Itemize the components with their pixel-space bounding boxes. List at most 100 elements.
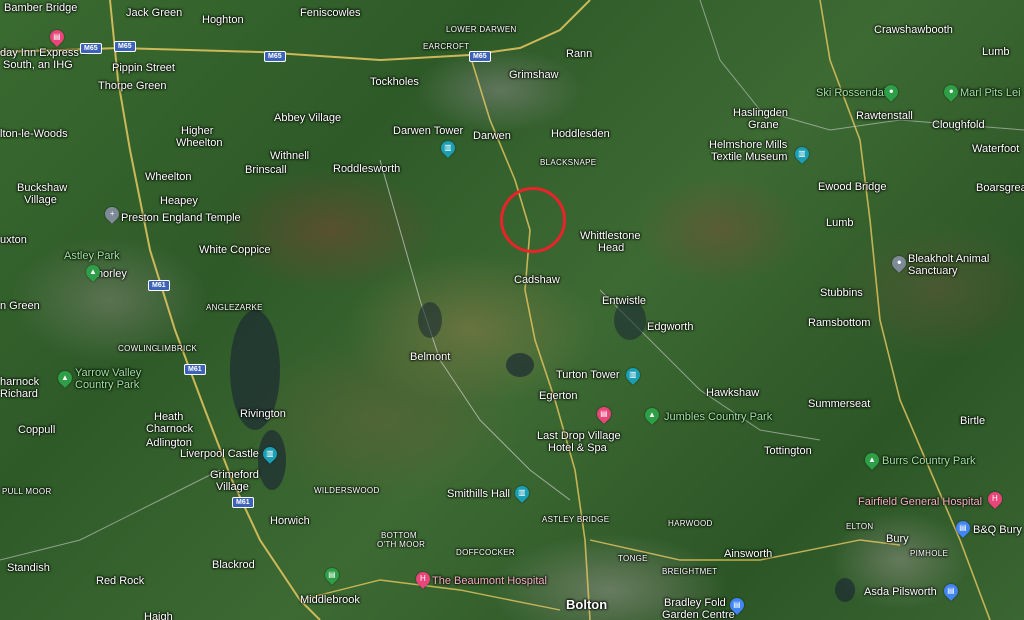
place-label-helmshore-2[interactable]: Textile Museum	[711, 151, 787, 163]
place-label-bamber-bridge[interactable]: Bamber Bridge	[4, 2, 77, 14]
place-label-ski-rossendale[interactable]: Ski Rossendale	[816, 87, 892, 99]
place-label-pull-moor[interactable]: PULL MOOR	[2, 486, 52, 498]
place-label-buckshaw-2[interactable]: Village	[24, 194, 57, 206]
place-label-ewood-bridge[interactable]: Ewood Bridge	[818, 181, 887, 193]
place-label-grimeford-2[interactable]: Village	[216, 481, 249, 493]
place-label-holiday-inn-1[interactable]: day Inn Express -	[0, 47, 86, 59]
place-label-ramsbottom[interactable]: Ramsbottom	[808, 317, 870, 329]
place-label-haigh[interactable]: Haigh	[144, 611, 173, 620]
place-label-ainsworth[interactable]: Ainsworth	[724, 548, 772, 560]
place-label-crawshawbooth[interactable]: Crawshawbooth	[874, 24, 953, 36]
place-label-blackrod[interactable]: Blackrod	[212, 559, 255, 571]
place-label-horwich[interactable]: Horwich	[270, 515, 310, 527]
place-label-tockholes[interactable]: Tockholes	[370, 76, 419, 88]
place-label-higher-wheelton-1[interactable]: Higher	[181, 125, 213, 137]
place-label-bolton[interactable]: Bolton	[566, 598, 607, 611]
place-label-rann[interactable]: Rann	[566, 48, 592, 60]
place-label-darwen[interactable]: Darwen	[473, 130, 511, 142]
place-label-rivington[interactable]: Rivington	[240, 408, 286, 420]
place-label-heath-charnock-1[interactable]: Heath	[154, 411, 183, 423]
place-label-buckshaw-1[interactable]: Buckshaw	[17, 182, 67, 194]
place-label-hawkshaw[interactable]: Hawkshaw	[706, 387, 759, 399]
place-label-rawtenstall[interactable]: Rawtenstall	[856, 110, 913, 122]
place-label-bottom-moor-2[interactable]: O'TH MOOR	[377, 539, 425, 551]
place-label-wheelton[interactable]: Wheelton	[145, 171, 191, 183]
place-label-roddlesworth[interactable]: Roddlesworth	[333, 163, 400, 175]
place-label-elton[interactable]: ELTON	[846, 521, 873, 533]
place-label-limbrick[interactable]: LIMBRICK	[157, 343, 197, 355]
place-label-astley-bridge[interactable]: ASTLEY BRIDGE	[542, 514, 609, 526]
place-label-yarrow-2[interactable]: Country Park	[75, 379, 139, 391]
place-label-bleakholt-2[interactable]: Sanctuary	[908, 265, 958, 277]
place-label-smithills-hall[interactable]: Smithills Hall	[447, 488, 510, 500]
place-label-harwood[interactable]: HARWOOD	[668, 518, 713, 530]
place-label-jack-green[interactable]: Jack Green	[126, 7, 182, 19]
place-label-entwistle[interactable]: Entwistle	[602, 295, 646, 307]
place-label-blacksnape[interactable]: BLACKSNAPE	[540, 157, 596, 169]
place-label-haslingden-grane-1[interactable]: Haslingden	[733, 107, 788, 119]
place-label-white-coppice[interactable]: White Coppice	[199, 244, 271, 256]
place-label-bury[interactable]: Bury	[886, 533, 909, 545]
place-label-hoghton[interactable]: Hoghton	[202, 14, 244, 26]
place-label-last-drop-1[interactable]: Last Drop Village	[537, 430, 621, 442]
place-label-pippin-street[interactable]: Pippin Street	[112, 62, 175, 74]
place-label-asda[interactable]: Asda Pilsworth	[864, 586, 937, 598]
place-label-hoddlesden[interactable]: Hoddlesden	[551, 128, 610, 140]
place-label-cadshaw[interactable]: Cadshaw	[514, 274, 560, 286]
place-label-coppull[interactable]: Coppull	[18, 424, 55, 436]
place-label-whittle-green[interactable]: n Green	[0, 300, 40, 312]
place-label-turton-tower[interactable]: Turton Tower	[556, 369, 620, 381]
place-label-belmont[interactable]: Belmont	[410, 351, 450, 363]
place-label-bradley-fold-2[interactable]: Garden Centre	[662, 609, 735, 620]
place-label-brinscall[interactable]: Brinscall	[245, 164, 287, 176]
place-label-helmshore-1[interactable]: Helmshore Mills	[709, 139, 787, 151]
place-label-red-rock[interactable]: Red Rock	[96, 575, 144, 587]
place-label-bq-bury[interactable]: B&Q Bury	[973, 524, 1022, 536]
place-label-middlebrook[interactable]: Middlebrook	[300, 594, 360, 606]
place-label-beaumont[interactable]: The Beaumont Hospital	[432, 575, 547, 587]
place-label-haslingden-grane-2[interactable]: Grane	[748, 119, 779, 131]
place-label-whittlestone-1[interactable]: Whittlestone	[580, 230, 641, 242]
place-label-last-drop-2[interactable]: Hotel & Spa	[548, 442, 607, 454]
place-label-cloughfold[interactable]: Cloughfold	[932, 119, 985, 131]
place-label-heapey[interactable]: Heapey	[160, 195, 198, 207]
place-label-withnell[interactable]: Withnell	[270, 150, 309, 162]
place-label-edgworth[interactable]: Edgworth	[647, 321, 693, 333]
place-label-feniscowles[interactable]: Feniscowles	[300, 7, 361, 19]
place-label-wilderswood[interactable]: WILDERSWOOD	[314, 485, 380, 497]
place-label-astley-park[interactable]: Astley Park	[64, 250, 120, 262]
place-label-abbey-village[interactable]: Abbey Village	[274, 112, 341, 124]
satellite-map[interactable]: Bamber Bridge Jack Green Hoghton Feniscowle…	[0, 0, 1024, 620]
place-label-euxton[interactable]: uxton	[0, 234, 27, 246]
place-label-preston-temple[interactable]: Preston England Temple	[121, 212, 241, 224]
place-label-fairfield[interactable]: Fairfield General Hospital	[858, 496, 982, 508]
place-label-pimhole[interactable]: PIMHOLE	[910, 548, 948, 560]
place-label-birtle[interactable]: Birtle	[960, 415, 985, 427]
place-label-whittlestone-2[interactable]: Head	[598, 242, 624, 254]
place-label-liverpool-castle[interactable]: Liverpool Castle	[180, 448, 259, 460]
place-label-walton-le-woods[interactable]: lton-le-Woods	[0, 128, 68, 140]
place-label-higher-wheelton-2[interactable]: Wheelton	[176, 137, 222, 149]
place-label-thorpe-green[interactable]: Thorpe Green	[98, 80, 166, 92]
place-label-standish[interactable]: Standish	[7, 562, 50, 574]
place-label-yarrow-1[interactable]: Yarrow Valley	[75, 367, 141, 379]
place-label-burrs[interactable]: Burrs Country Park	[882, 455, 976, 467]
place-label-earcroft[interactable]: EARCROFT	[423, 41, 469, 53]
place-label-summerseat[interactable]: Summerseat	[808, 398, 870, 410]
place-label-tonge[interactable]: TONGE	[618, 553, 648, 565]
place-label-anglezarke[interactable]: ANGLEZARKE	[206, 302, 263, 314]
place-label-charnock-1[interactable]: harnock	[0, 376, 39, 388]
place-label-breightmet[interactable]: BREIGHTMET	[662, 566, 717, 578]
place-label-holiday-inn-2[interactable]: South, an IHG	[3, 59, 73, 71]
place-label-doffcocker[interactable]: DOFFCOCKER	[456, 547, 515, 559]
place-label-bleakholt-1[interactable]: Bleakholt Animal	[908, 253, 989, 265]
place-label-lumb-top[interactable]: Lumb	[982, 46, 1010, 58]
place-label-egerton[interactable]: Egerton	[539, 390, 578, 402]
place-label-grimshaw[interactable]: Grimshaw	[509, 69, 559, 81]
place-label-tottington[interactable]: Tottington	[764, 445, 812, 457]
place-label-grimeford-1[interactable]: Grimeford	[210, 469, 259, 481]
place-label-bradley-fold-1[interactable]: Bradley Fold	[664, 597, 726, 609]
place-label-lower-darwen[interactable]: LOWER DARWEN	[446, 24, 517, 36]
place-label-darwen-tower[interactable]: Darwen Tower	[393, 125, 463, 137]
place-label-lumb-mid[interactable]: Lumb	[826, 217, 854, 229]
